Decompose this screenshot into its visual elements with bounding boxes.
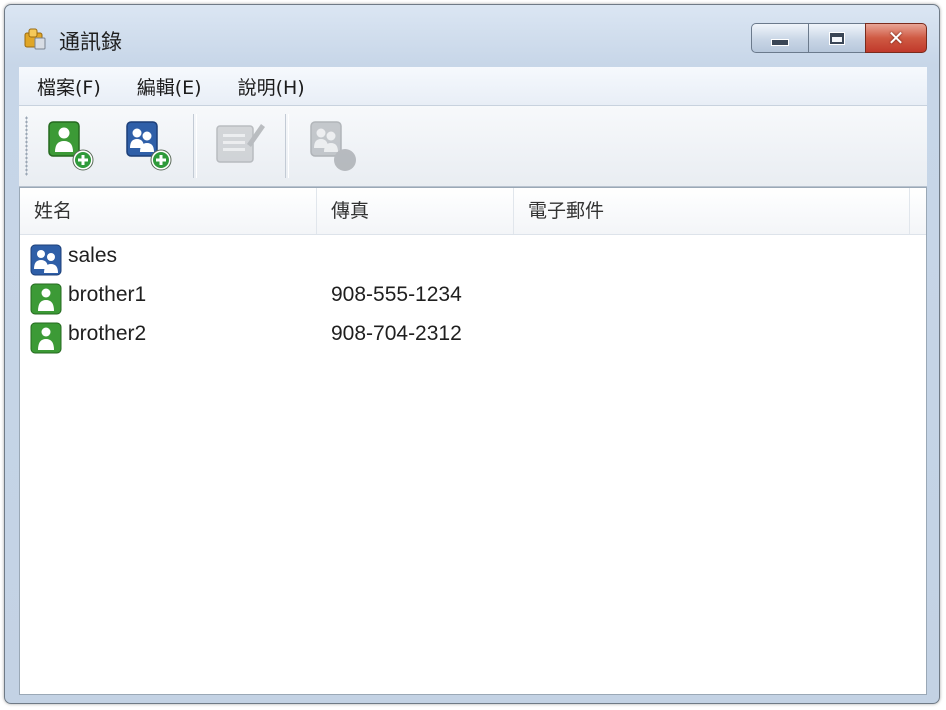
title-bar[interactable]: 通訊錄 ✕ [5,5,939,63]
add-group-icon [126,121,172,171]
toolbar-grip[interactable] [25,116,28,176]
toolbar-separator [193,114,197,178]
list-item[interactable]: sales [20,240,926,278]
menu-edit[interactable]: 編輯(E) [135,69,204,104]
add-contact-button[interactable] [39,114,103,178]
minimize-icon [771,38,789,46]
toolbar [19,106,927,187]
add-contact-icon [48,121,94,171]
contact-name: brother1 [68,283,147,306]
menu-file[interactable]: 檔案(F) [35,69,103,104]
edit-button[interactable] [207,114,271,178]
toolbar-separator [285,114,289,178]
address-book-app-icon [24,28,46,50]
column-header-email[interactable]: 電子郵件 [514,188,910,234]
contact-list[interactable]: 姓名 傳真 電子郵件 sales brother1 908-555-1234 b… [19,187,927,695]
contact-icon [30,283,62,315]
close-icon: ✕ [887,26,905,50]
window-title: 通訊錄 [59,30,122,54]
contact-name: sales [68,244,118,267]
delete-icon [310,121,356,171]
maximize-button[interactable] [808,23,866,53]
column-header-name[interactable]: 姓名 [20,188,317,234]
list-header: 姓名 傳真 電子郵件 [20,188,926,235]
menu-bar: 檔案(F) 編輯(E) 說明(H) [19,67,927,106]
list-item[interactable]: brother2 908-704-2312 [20,318,926,356]
close-button[interactable]: ✕ [865,23,927,53]
contact-name: brother2 [68,322,147,345]
contact-fax: 908-704-2312 [331,322,462,345]
column-header-fax[interactable]: 傳真 [317,188,514,234]
add-group-button[interactable] [117,114,181,178]
menu-help[interactable]: 說明(H) [236,69,307,104]
group-icon [30,244,62,276]
address-book-window: 通訊錄 ✕ 檔案(F) 編輯(E) 說明(H) 姓名 傳真 電子郵件 sales… [4,4,940,704]
list-item[interactable]: brother1 908-555-1234 [20,279,926,317]
maximize-icon [829,31,845,45]
contact-fax: 908-555-1234 [331,283,462,306]
caption-buttons: ✕ [751,23,927,53]
edit-icon [216,124,265,163]
contact-icon [30,322,62,354]
delete-button[interactable] [301,114,365,178]
minimize-button[interactable] [751,23,809,53]
